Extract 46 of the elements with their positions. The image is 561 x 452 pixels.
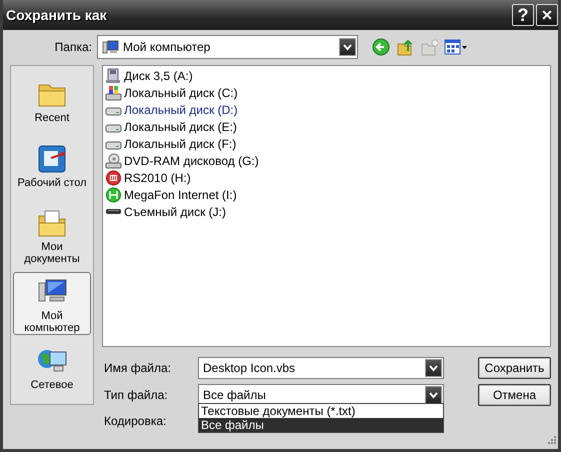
drive-item[interactable]: Локальный диск (E:) [105,118,237,135]
folder-dropdown[interactable]: Мой компьютер [97,35,358,59]
filetype-label: Тип файла: [103,388,169,402]
help-button[interactable]: ? [512,4,534,26]
places-item[interactable]: Recent [13,74,91,133]
filename-field[interactable]: Desktop Icon.vbs [198,357,444,379]
drive-item[interactable]: Локальный диск (D:) [105,101,238,118]
filename-label: Имя файла: [103,361,172,375]
dropdown-button[interactable] [425,359,442,377]
caret-icon [343,44,352,50]
folder-up-icon [396,38,414,56]
computer-icon [102,39,119,55]
drive-item[interactable]: Съемный диск (J:) [105,203,226,220]
places-item[interactable]: Сетевое [13,341,91,400]
drive-item[interactable]: Локальный диск (F:) [105,135,236,152]
dropdown-button[interactable] [339,38,356,56]
new-folder-icon [420,38,438,56]
drive-icon [105,84,122,100]
save-button[interactable]: Сохранить [478,357,551,379]
dropdown-option[interactable]: Текстовые документы (*.txt) [199,404,443,418]
disc-drive-icon [105,152,122,168]
modem-badge-icon [105,186,122,202]
drive-item[interactable]: Диск 3,5 (A:) [105,67,193,84]
dropdown-option[interactable]: Все файлы [199,418,443,432]
floppy-icon [105,68,122,84]
cancel-button[interactable]: Отмена [478,384,551,406]
round-badge-icon [105,170,122,186]
dropdown-button[interactable] [425,386,442,404]
folder-value: Мой компьютер [123,40,210,54]
back-icon [372,38,390,56]
resize-grip-icon [546,434,557,445]
drive-item[interactable]: RS2010 (H:) [105,169,191,186]
encoding-label: Кодировка: [103,414,168,428]
places-item[interactable]: Рабочий стол [13,138,91,198]
drive-item[interactable]: Локальный диск (C:) [105,84,238,101]
caret-icon [429,364,438,372]
places-item[interactable]: Мои документы [13,203,91,266]
places-item[interactable]: Мой компьютер [13,272,91,336]
close-button[interactable]: × [536,4,558,26]
drive-item[interactable]: MegaFon Internet (I:) [105,186,237,203]
folder-label: Папка: [54,40,93,54]
removable-drive-icon [105,208,122,214]
view-menu-icon [444,38,468,56]
drive-item[interactable]: DVD-RAM дисковод (G:) [105,152,259,169]
window-title: Сохранить как [6,7,108,23]
caret-icon [429,392,438,398]
